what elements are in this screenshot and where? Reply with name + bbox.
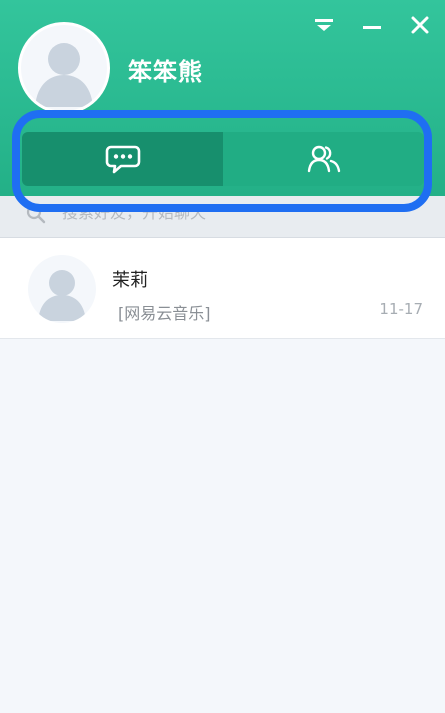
user-avatar[interactable] bbox=[18, 22, 110, 114]
search-icon bbox=[26, 204, 46, 228]
profile-header: 笨笨熊 bbox=[0, 0, 445, 196]
dropdown-icon[interactable] bbox=[313, 14, 335, 36]
chat-list: 茉莉 [网易云音乐] 11-17 bbox=[0, 238, 445, 339]
last-message: [网易云音乐] bbox=[118, 304, 211, 323]
tab-messages[interactable] bbox=[22, 132, 223, 186]
person-silhouette-icon bbox=[38, 270, 86, 321]
contact-name: 茉莉 bbox=[112, 270, 148, 291]
tab-contacts[interactable] bbox=[223, 132, 424, 186]
contacts-icon bbox=[307, 145, 340, 173]
message-time: 11-17 bbox=[379, 300, 423, 318]
window-controls bbox=[313, 14, 431, 36]
minimize-icon[interactable] bbox=[361, 14, 383, 36]
app-window: 笨笨熊 搜索好友，开始聊天 茉莉 [网易云音乐] 11-17 bbox=[0, 0, 445, 713]
chat-bubble-icon bbox=[105, 145, 140, 174]
username: 笨笨熊 bbox=[128, 58, 203, 86]
person-silhouette-icon bbox=[35, 43, 93, 107]
contact-avatar bbox=[28, 255, 96, 323]
search-input[interactable] bbox=[60, 199, 424, 225]
main-tabs bbox=[22, 132, 424, 186]
search-bar bbox=[0, 196, 445, 238]
chat-list-item[interactable]: 茉莉 [网易云音乐] 11-17 bbox=[0, 238, 445, 339]
close-icon[interactable] bbox=[409, 14, 431, 36]
